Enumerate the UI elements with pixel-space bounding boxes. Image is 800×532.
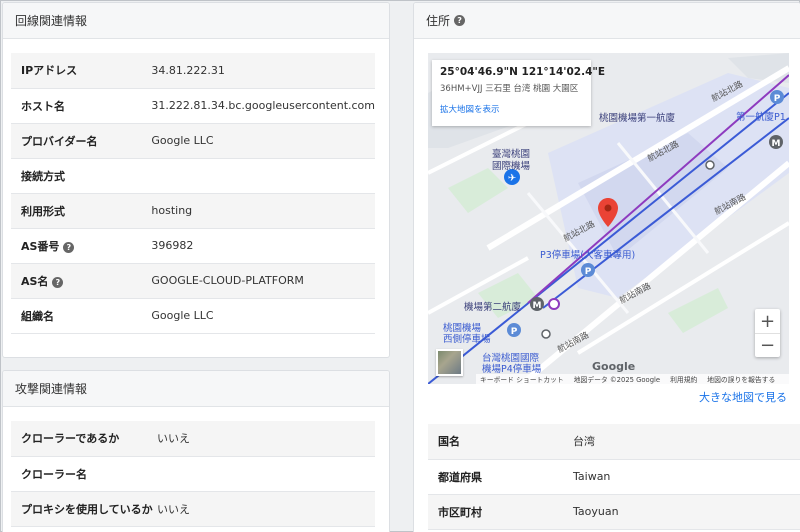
help-icon[interactable]: ? bbox=[63, 242, 75, 253]
map-label-west-line2: 西側停車場 bbox=[443, 334, 491, 345]
map-label-p4-line2: 機場P4停車場 bbox=[482, 364, 542, 375]
satellite-toggle[interactable] bbox=[436, 349, 463, 376]
table-row: 接続方式 bbox=[11, 158, 375, 193]
row-label: プロキシを使用しているか bbox=[21, 502, 153, 516]
row-label: クローラー名 bbox=[21, 467, 87, 481]
map-attribution: キーボード ショートカット 地図データ ©2025 Google 利用規約 地図… bbox=[476, 374, 789, 384]
table-row: プロバイダー名 Google LLC bbox=[11, 123, 375, 158]
attack-info-card: 攻撃関連情報 クローラーであるか いいえ クローラー名 プロキシを使用しているか… bbox=[2, 370, 390, 532]
row-value bbox=[157, 456, 375, 491]
keyboard-shortcuts-link[interactable]: キーボード ショートカット bbox=[480, 374, 564, 384]
map-label-p3: P3停車場(大客車專用) bbox=[540, 250, 636, 261]
row-label: プロバイダー名 bbox=[21, 134, 98, 148]
row-value: Taoyuan bbox=[573, 505, 619, 518]
row-value: GOOGLE-CLOUD-PLATFORM bbox=[151, 274, 304, 287]
attack-info-title: 攻撃関連情報 bbox=[15, 382, 88, 396]
row-value: Google LLC bbox=[151, 309, 214, 322]
terms-link[interactable]: 利用規約 bbox=[670, 374, 697, 384]
svg-text:P: P bbox=[774, 94, 781, 104]
table-row: 利用形式 hosting bbox=[11, 193, 375, 228]
map-label-terminal2: 機場第二航廈 bbox=[464, 302, 522, 313]
svg-text:✈: ✈ bbox=[508, 173, 516, 184]
attack-info-table: クローラーであるか いいえ クローラー名 プロキシを使用しているか いいえ bbox=[11, 421, 375, 527]
svg-text:P: P bbox=[585, 267, 592, 277]
table-row: IPアドレス 34.81.222.31 bbox=[11, 53, 375, 88]
table-row: 国名 台湾 bbox=[428, 424, 800, 459]
table-row: 市区町村 Taoyuan bbox=[428, 494, 800, 529]
line-info-header: 回線関連情報 bbox=[3, 3, 389, 39]
svg-text:M: M bbox=[533, 301, 542, 311]
google-logo: Google bbox=[592, 360, 636, 373]
address-header: 住所 ? bbox=[414, 3, 800, 39]
map-view[interactable]: ✈ P P P M M 25°04'46.9"N 121°14'02.4"E 3… bbox=[428, 53, 789, 384]
table-row: クローラー名 bbox=[11, 456, 375, 491]
enlarge-map-link[interactable]: 拡大地図を表示 bbox=[440, 103, 583, 115]
table-row: ホスト名 31.222.81.34.bc.googleusercontent.c… bbox=[11, 88, 375, 123]
zoom-controls: + − bbox=[755, 309, 780, 357]
map-data-credit: 地図データ ©2025 Google bbox=[573, 376, 661, 384]
svg-text:M: M bbox=[772, 139, 781, 149]
row-label: IPアドレス bbox=[21, 64, 78, 78]
row-label: ホスト名 bbox=[21, 99, 65, 113]
row-value: 31.222.81.34.bc.googleusercontent.com bbox=[151, 99, 375, 112]
map-label-airport-line2: 國際機場 bbox=[492, 161, 531, 172]
address-table: 国名 台湾 都道府県 Taiwan 市区町村 Taoyuan bbox=[428, 424, 800, 530]
table-row: 組織名 Google LLC bbox=[11, 298, 375, 333]
row-value: いいえ bbox=[157, 432, 190, 446]
row-value: Google LLC bbox=[151, 134, 214, 147]
help-icon[interactable]: ? bbox=[454, 15, 466, 26]
row-value: Taiwan bbox=[573, 470, 611, 483]
row-label: クローラーであるか bbox=[21, 432, 120, 446]
row-value: 台湾 bbox=[573, 435, 595, 449]
zoom-in-button[interactable]: + bbox=[755, 309, 780, 333]
table-row: AS番号 ? 396982 bbox=[11, 228, 375, 263]
line-info-table: IPアドレス 34.81.222.31 ホスト名 31.222.81.34.bc… bbox=[11, 53, 375, 334]
address-title: 住所 bbox=[426, 14, 451, 28]
table-row: 都道府県 Taiwan bbox=[428, 459, 800, 494]
row-value: hosting bbox=[151, 204, 193, 217]
table-row: プロキシを使用しているか いいえ bbox=[11, 491, 375, 526]
map-plus-code: 36HM+VJJ 三石里 台湾 桃園 大園区 bbox=[440, 84, 579, 94]
table-row: クローラーであるか いいえ bbox=[11, 421, 375, 456]
attack-info-header: 攻撃関連情報 bbox=[3, 371, 389, 407]
zoom-out-button[interactable]: − bbox=[755, 333, 780, 357]
address-card: 住所 ? ✈ P P P M M 25°04'46.9"N 121°14'02.… bbox=[413, 2, 800, 532]
row-value: 34.81.222.31 bbox=[151, 63, 225, 77]
row-value: 396982 bbox=[151, 239, 194, 252]
big-map-link[interactable]: 大きな地図で見る bbox=[428, 389, 800, 405]
report-error-link[interactable]: 地図の誤りを報告する bbox=[707, 374, 775, 384]
row-label: 都道府県 bbox=[438, 470, 482, 484]
table-row: AS名 ? GOOGLE-CLOUD-PLATFORM bbox=[11, 263, 375, 298]
row-label: 接続方式 bbox=[21, 169, 65, 183]
row-label: 国名 bbox=[438, 435, 460, 449]
row-label: 利用形式 bbox=[21, 204, 65, 218]
map-coordinates: 25°04'46.9"N 121°14'02.4"E bbox=[440, 66, 606, 78]
map-label-terminal1-p1: 第一航廈P1 bbox=[736, 112, 786, 123]
line-info-card: 回線関連情報 IPアドレス 34.81.222.31 ホスト名 31.222.8… bbox=[2, 2, 390, 358]
row-value bbox=[151, 158, 375, 193]
row-label: AS番号 ? bbox=[11, 228, 151, 263]
row-label: AS名 ? bbox=[11, 263, 151, 298]
help-icon[interactable]: ? bbox=[52, 277, 64, 288]
line-info-title: 回線関連情報 bbox=[15, 14, 88, 28]
row-label: 組織名 bbox=[21, 309, 54, 323]
svg-text:P: P bbox=[511, 327, 518, 337]
map-info-box: 25°04'46.9"N 121°14'02.4"E 36HM+VJJ 三石里 … bbox=[432, 60, 606, 126]
row-label: 市区町村 bbox=[438, 505, 482, 519]
map-label-terminal1: 桃園機場第一航廈 bbox=[599, 113, 676, 124]
row-value: いいえ bbox=[157, 502, 190, 516]
